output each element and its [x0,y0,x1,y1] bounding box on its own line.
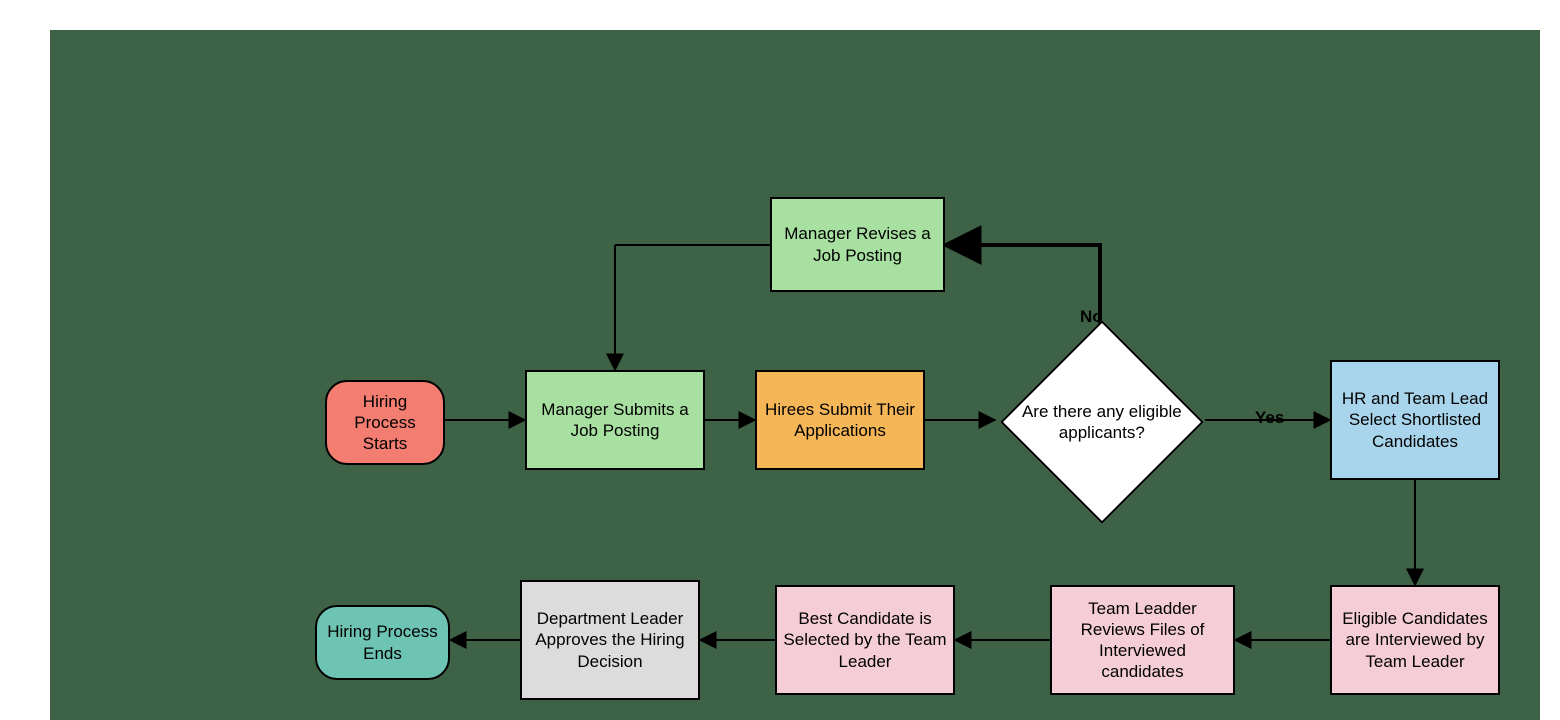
approve-decision-label: Department Leader Approves the Hiring De… [528,608,692,672]
shortlist-label: HR and Team Lead Select Shortlisted Cand… [1338,388,1492,452]
eligible-decision-label: Are there any eligible applicants? [1012,401,1192,444]
revise-posting-node: Manager Revises a Job Posting [770,197,945,292]
review-files-node: Team Leadder Reviews Files of Interviewe… [1050,585,1235,695]
approve-decision-node: Department Leader Approves the Hiring De… [520,580,700,700]
edge-label-yes: Yes [1255,408,1284,428]
end-label: Hiring Process Ends [323,621,442,664]
submit-posting-label: Manager Submits a Job Posting [533,399,697,442]
interview-node: Eligible Candidates are Interviewed by T… [1330,585,1500,695]
submit-posting-node: Manager Submits a Job Posting [525,370,705,470]
hirees-apply-node: Hirees Submit Their Applications [755,370,925,470]
edge-label-no: No [1080,307,1103,327]
hirees-apply-label: Hirees Submit Their Applications [763,399,917,442]
interview-label: Eligible Candidates are Interviewed by T… [1338,608,1492,672]
select-best-label: Best Candidate is Selected by the Team L… [783,608,947,672]
eligible-decision-node: Are there any eligible applicants? [1000,320,1204,524]
flowchart-canvas: Hiring Process Starts Manager Submits a … [50,30,1540,720]
shortlist-node: HR and Team Lead Select Shortlisted Cand… [1330,360,1500,480]
revise-posting-label: Manager Revises a Job Posting [778,223,937,266]
select-best-node: Best Candidate is Selected by the Team L… [775,585,955,695]
review-files-label: Team Leadder Reviews Files of Interviewe… [1058,598,1227,683]
end-node: Hiring Process Ends [315,605,450,680]
start-label: Hiring Process Starts [333,391,437,455]
start-node: Hiring Process Starts [325,380,445,465]
